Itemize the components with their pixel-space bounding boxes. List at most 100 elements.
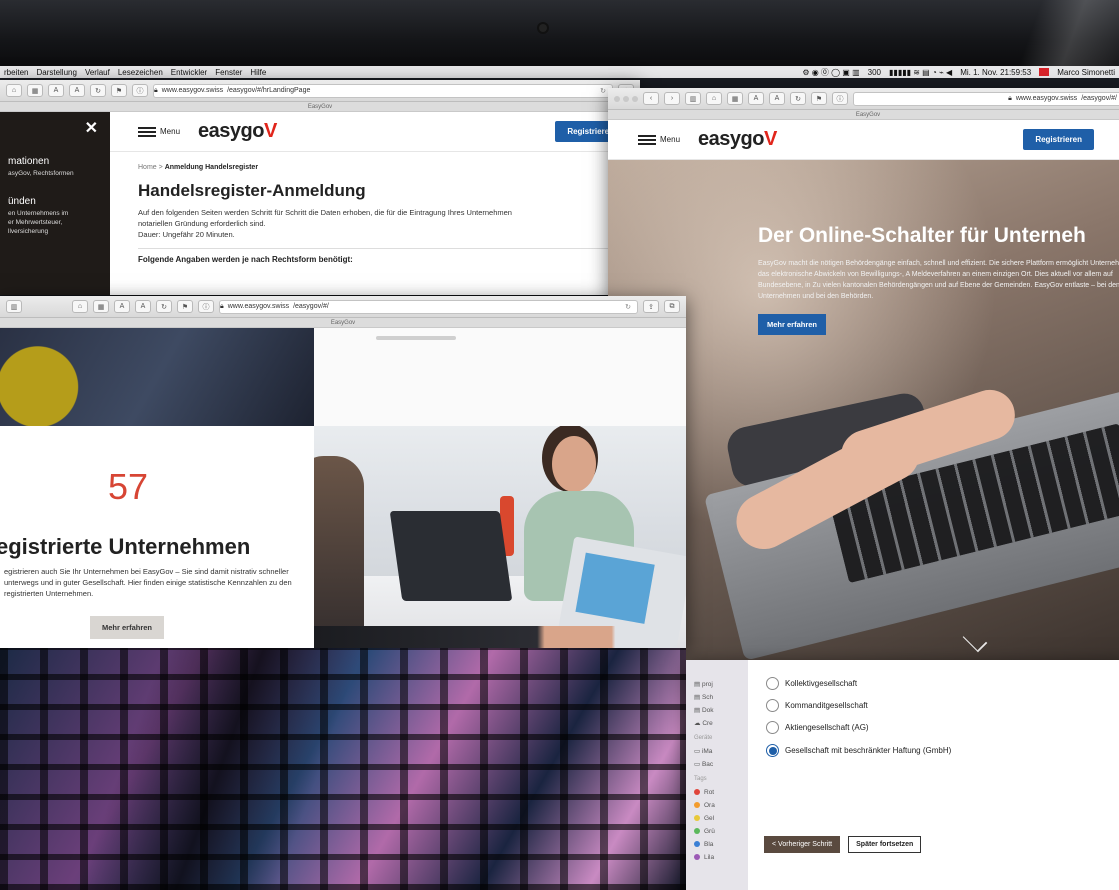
info-icon[interactable]: ⓘ <box>132 84 148 97</box>
address-bar[interactable]: 🔒︎ www.easygov.swiss/easygov/#/ <box>853 91 1119 106</box>
continue-later-button[interactable]: Später fortsetzen <box>848 836 922 853</box>
info-icon[interactable]: ⓘ <box>832 92 848 105</box>
tab-easygov[interactable]: EasyGov <box>0 318 686 328</box>
close-icon[interactable]: ✕ <box>85 118 98 138</box>
grid-icon[interactable]: ▦ <box>93 300 109 313</box>
finder-device[interactable]: ▭ iMa <box>694 745 748 758</box>
monitor-bezel <box>0 0 1119 68</box>
address-bar[interactable]: 🔒︎ www.easygov.swiss/easygov/#/ ↻ <box>219 299 638 314</box>
learn-more-button[interactable]: Mehr erfahren <box>90 616 165 639</box>
registered-count: 57 <box>108 466 149 507</box>
breadcrumb: Home > Anmeldung Handelsregister <box>110 152 640 171</box>
radio-aktiengesellschaft[interactable]: Aktiengesellschaft (AG) <box>766 721 869 734</box>
reload-icon[interactable]: ↻ <box>790 92 806 105</box>
menu-item-entwickler[interactable]: Entwickler <box>171 68 207 77</box>
home-icon[interactable]: ⌂ <box>72 300 88 313</box>
finder-tag-yellow[interactable]: Gel <box>694 812 748 825</box>
screen-glare <box>999 0 1119 68</box>
menu-item-bearbeiten[interactable]: rbeiten <box>4 68 28 77</box>
menubar-clock[interactable]: Mi. 1. Nov. 21:59:53 <box>960 68 1031 77</box>
text-size-small-button[interactable]: A <box>114 300 130 313</box>
bookmark-icon[interactable]: ⚑ <box>111 84 127 97</box>
reload-icon[interactable]: ↻ <box>90 84 106 97</box>
previous-step-button[interactable]: < Vorheriger Schritt <box>764 836 841 853</box>
radio-button[interactable] <box>766 721 779 734</box>
finder-device[interactable]: ▭ Bac <box>694 758 748 771</box>
address-reload-icon[interactable]: ↻ <box>600 87 606 95</box>
home-icon[interactable]: ⌂ <box>6 84 22 97</box>
breadcrumb-current: Anmeldung Handelsregister <box>164 164 259 171</box>
radio-button[interactable] <box>766 699 779 712</box>
tab-easygov[interactable]: EasyGov <box>0 102 640 112</box>
radio-kommanditgesellschaft[interactable]: Kommanditgesellschaft <box>766 699 868 712</box>
nav-group-text: llversicherung <box>8 228 49 235</box>
tabs-icon[interactable]: ⧉ <box>664 300 680 313</box>
text-size-large-button[interactable]: A <box>69 84 85 97</box>
window-controls[interactable] <box>614 95 638 102</box>
easygov-logo[interactable]: easygoV <box>198 120 277 143</box>
menu-item-lesezeichen[interactable]: Lesezeichen <box>118 68 163 77</box>
status-icons-2[interactable]: ▮▮▮▮▮ ≋ ▤ ◔ ⌁ ◀ <box>889 68 952 77</box>
back-icon[interactable]: ‹ <box>643 92 659 105</box>
text-size-large-button[interactable]: A <box>135 300 151 313</box>
finder-item[interactable]: ▤ proj <box>694 678 748 691</box>
radio-kollektivgesellschaft[interactable]: Kollektivgesellschaft <box>766 677 857 690</box>
text-size-small-button[interactable]: A <box>748 92 764 105</box>
statistics-title: egistrierte Unternehmen <box>0 534 251 559</box>
radio-button[interactable] <box>766 677 779 690</box>
info-icon[interactable]: ⓘ <box>198 300 214 313</box>
address-reload-icon[interactable]: ↻ <box>625 303 631 311</box>
nav-group-text: asyGov, Rechtsformen <box>8 170 74 177</box>
reload-icon[interactable]: ↻ <box>156 300 172 313</box>
share-icon[interactable]: ⇪ <box>643 300 659 313</box>
home-icon[interactable]: ⌂ <box>706 92 722 105</box>
hero-title: Der Online-Schalter für Unterneh <box>758 224 1086 247</box>
text-size-small-button[interactable]: A <box>48 84 64 97</box>
breadcrumb-home[interactable]: Home <box>138 164 157 171</box>
address-bar[interactable]: 🔒︎ www.easygov.swiss/easygov/#/hrLanding… <box>153 83 613 98</box>
side-navigation: ✕ mationen asyGov, Rechtsformen ünden en… <box>0 112 110 295</box>
text-size-large-button[interactable]: A <box>769 92 785 105</box>
menu-item-hilfe[interactable]: Hilfe <box>250 68 266 77</box>
nav-group-text: en Unternehmens im <box>8 210 69 217</box>
radio-gmbh[interactable]: Gesellschaft mit beschränkter Haftung (G… <box>766 744 951 757</box>
menu-item-verlauf[interactable]: Verlauf <box>85 68 110 77</box>
finder-item[interactable]: ▤ Dok <box>694 704 748 717</box>
finder-section-tags: Tags <box>694 776 707 782</box>
browser-toolbar: ‹ › ▥ ⌂ ▦ A A ↻ ⚑ ⓘ 🔒︎ www.easygov.swiss… <box>608 88 1119 110</box>
sidebar-icon[interactable]: ▥ <box>6 300 22 313</box>
grid-icon[interactable]: ▦ <box>27 84 43 97</box>
site-header: Menu easygoV Registrieren <box>608 120 1119 160</box>
easygov-logo[interactable]: easygoV <box>698 128 777 151</box>
menu-item-fenster[interactable]: Fenster <box>215 68 242 77</box>
hero-text-block: Der Online-Schalter für Unterneh EasyGov… <box>758 224 1119 335</box>
bookmark-icon[interactable]: ⚑ <box>177 300 193 313</box>
finder-tag-purple[interactable]: Lila <box>694 851 748 864</box>
bookmark-icon[interactable]: ⚑ <box>811 92 827 105</box>
learn-more-button[interactable]: Mehr erfahren <box>758 314 827 335</box>
menu-label: Menu <box>160 127 181 136</box>
tab-easygov[interactable]: EasyGov <box>608 110 1119 120</box>
menu-button[interactable]: Menu <box>638 134 680 145</box>
nav-group-gruenden[interactable]: ünden en Unternehmens im er Mehrwertsteu… <box>8 196 102 236</box>
finder-tag-green[interactable]: Grü <box>694 825 748 838</box>
photo-people-top <box>0 328 314 426</box>
forward-icon[interactable]: › <box>664 92 680 105</box>
chevron-down-icon[interactable] <box>962 627 988 653</box>
nav-group-informationen[interactable]: mationen asyGov, Rechtsformen <box>8 156 102 178</box>
menu-button[interactable]: Menu <box>138 126 181 137</box>
finder-tag-orange[interactable]: Ora <box>694 799 748 812</box>
radio-button-selected[interactable] <box>766 744 779 757</box>
menubar-user[interactable]: Marco Simonetti <box>1057 68 1115 77</box>
grid-icon[interactable]: ▦ <box>727 92 743 105</box>
finder-tag-red[interactable]: Rot <box>694 786 748 799</box>
sidebar-icon[interactable]: ▥ <box>685 92 701 105</box>
url-domain: www.easygov.swiss <box>161 87 224 94</box>
status-icons[interactable]: ⚙ ◉ ⓪ ◯ ▣ ▥ <box>802 67 859 78</box>
finder-item[interactable]: ▤ Sch <box>694 691 748 704</box>
menu-item-darstellung[interactable]: Darstellung <box>36 68 76 77</box>
main-content: Menu easygoV Registrieren Home > Anmeldu… <box>110 112 640 295</box>
finder-tag-blue[interactable]: Bla <box>694 838 748 851</box>
finder-item[interactable]: ☁ Cre <box>694 717 748 730</box>
register-button[interactable]: Registrieren <box>1023 129 1094 150</box>
